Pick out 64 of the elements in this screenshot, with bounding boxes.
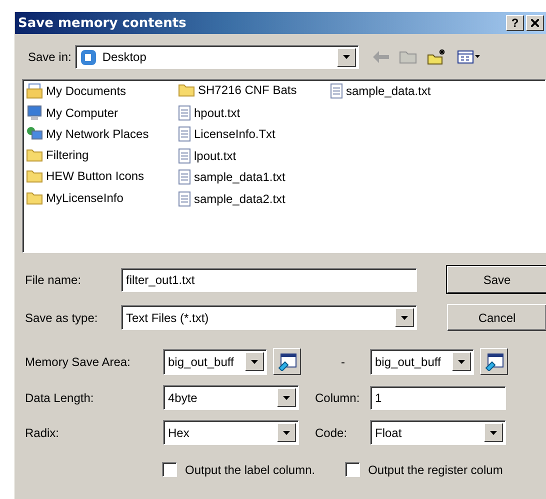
data-length-dropdown[interactable]: 4byte xyxy=(163,385,299,410)
file-item[interactable]: My Documents xyxy=(26,83,178,99)
dropdown-arrow-icon xyxy=(251,360,258,364)
new-folder-icon[interactable] xyxy=(427,49,448,65)
text-file-icon xyxy=(178,169,191,185)
file-item[interactable]: Filtering xyxy=(26,148,178,162)
file-item[interactable]: sample_data1.txt xyxy=(178,169,330,185)
folder-icon xyxy=(26,148,43,162)
code-dropdown[interactable]: Float xyxy=(370,420,506,445)
text-file-icon xyxy=(178,190,191,206)
start-address-dropdown[interactable]: big_out_buff xyxy=(163,348,267,374)
computer-icon xyxy=(26,104,43,120)
text-file-icon xyxy=(178,104,191,120)
save-as-type-label: Save as type: xyxy=(25,310,99,324)
file-item[interactable]: lpout.txt xyxy=(178,148,330,164)
dropdown-arrow-icon xyxy=(283,396,290,400)
window-title: Save memory contents xyxy=(18,16,186,30)
file-name-label: File name: xyxy=(25,272,82,286)
folder-icon xyxy=(178,83,195,97)
file-item[interactable]: hpout.txt xyxy=(178,104,330,120)
folder-icon xyxy=(26,190,43,204)
text-file-icon xyxy=(178,126,191,142)
save-in-label: Save in: xyxy=(28,50,72,64)
file-item[interactable]: LicenseInfo.Txt xyxy=(178,126,330,142)
file-name-field[interactable]: filter_out1.txt xyxy=(121,268,417,292)
file-item[interactable]: SH7216 CNF Bats xyxy=(178,83,330,97)
dropdown-arrow-icon xyxy=(283,430,290,434)
file-item[interactable]: MyLicenseInfo xyxy=(26,190,178,204)
column-field[interactable]: 1 xyxy=(370,386,506,410)
option-checkbox[interactable]: Output the label column. xyxy=(162,462,316,477)
file-item[interactable]: sample_data.txt xyxy=(330,83,482,99)
desktop-icon xyxy=(80,48,98,66)
column-label: Column: xyxy=(314,390,361,404)
close-icon[interactable] xyxy=(531,19,539,27)
folder-icon xyxy=(26,169,43,183)
text-file-icon xyxy=(330,83,343,99)
address-picker-button[interactable] xyxy=(480,348,508,375)
documents-folder-icon xyxy=(26,83,43,99)
radix-dropdown[interactable]: Hex xyxy=(163,420,299,445)
radix-label: Radix: xyxy=(25,426,60,440)
option-checkbox[interactable]: Output the register colum xyxy=(345,462,503,477)
address-picker-button[interactable] xyxy=(273,348,301,375)
cancel-button[interactable]: Cancel xyxy=(447,304,546,331)
close-button[interactable] xyxy=(526,15,544,31)
dropdown-arrow-icon xyxy=(401,316,408,320)
file-item[interactable]: My Computer xyxy=(26,104,178,120)
range-separator: - xyxy=(340,354,346,368)
code-label: Code: xyxy=(314,426,348,440)
save-in-dropdown[interactable]: Desktop xyxy=(75,45,360,69)
file-item[interactable]: sample_data2.txt xyxy=(178,190,330,206)
data-length-label: Data Length: xyxy=(25,390,95,404)
save-as-type-dropdown[interactable]: Text Files (*.txt) xyxy=(121,305,417,330)
dropdown-arrow-icon xyxy=(458,360,465,364)
dropdown-arrow-icon xyxy=(343,55,350,59)
file-item[interactable]: My Network Places xyxy=(26,126,178,142)
dropdown-arrow-icon xyxy=(490,430,497,434)
save-button[interactable]: Save xyxy=(447,266,546,293)
network-computer-icon xyxy=(26,126,43,142)
view-menu-icon[interactable] xyxy=(457,50,482,64)
end-address-dropdown[interactable]: big_out_buff xyxy=(370,348,474,374)
file-item[interactable]: HEW Button Icons xyxy=(26,169,178,183)
help-button[interactable]: ? xyxy=(506,15,524,31)
text-file-icon xyxy=(178,148,191,164)
memory-save-area-label: Memory Save Area: xyxy=(25,354,132,368)
